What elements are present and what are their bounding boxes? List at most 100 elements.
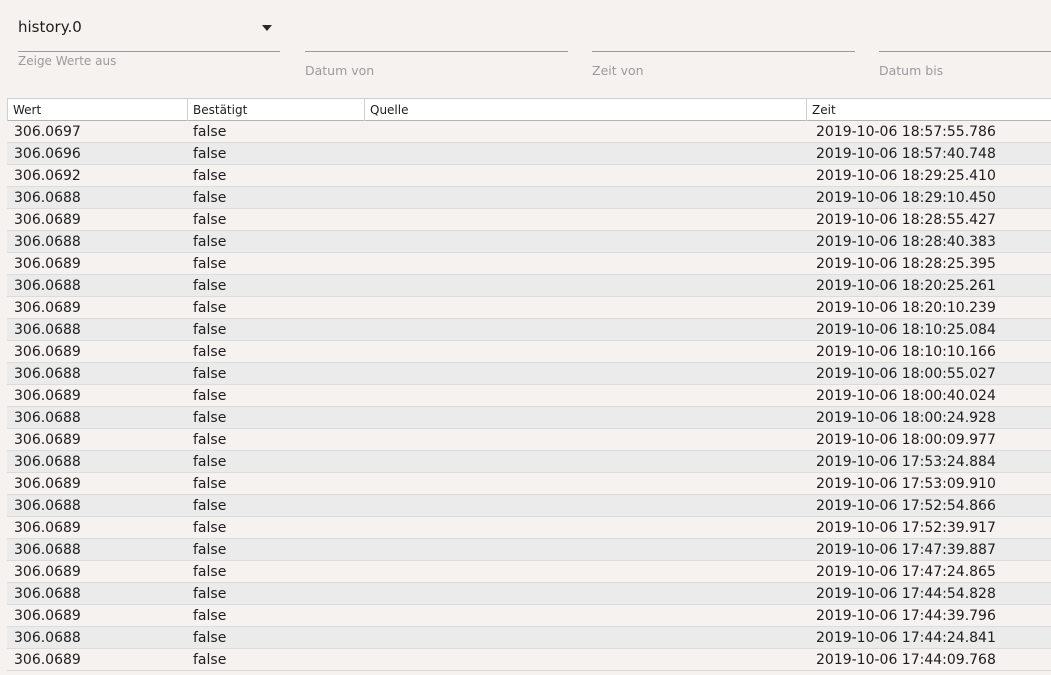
table-row[interactable]: 306.0689 false 2019-10-06 17:44:09.768 [7, 649, 1051, 671]
cell-bestaetigt: false [193, 168, 227, 184]
cell-zeit: 2019-10-06 17:53:09.910 [816, 476, 996, 492]
cell-wert: 306.0689 [14, 564, 81, 580]
cell-wert: 306.0688 [14, 454, 81, 470]
cell-bestaetigt: false [193, 454, 227, 470]
cell-bestaetigt: false [193, 630, 227, 646]
date-to-underline [879, 51, 1051, 52]
table-row[interactable]: 306.0689 false 2019-10-06 17:53:09.910 [7, 473, 1051, 495]
cell-bestaetigt: false [193, 476, 227, 492]
filter-bar: history.0 Zeige Werte aus Datum von Zeit… [0, 0, 1051, 98]
table-row[interactable]: 306.0692 false 2019-10-06 18:29:25.410 [7, 165, 1051, 187]
cell-wert: 306.0689 [14, 212, 81, 228]
cell-wert: 306.0688 [14, 542, 81, 558]
cell-bestaetigt: false [193, 124, 227, 140]
cell-bestaetigt: false [193, 344, 227, 360]
date-to-label: Datum bis [879, 63, 944, 78]
cell-bestaetigt: false [193, 388, 227, 404]
table-row[interactable]: 306.0688 false 2019-10-06 18:00:24.928 [7, 407, 1051, 429]
cell-zeit: 2019-10-06 18:29:25.410 [816, 168, 996, 184]
cell-wert: 306.0689 [14, 300, 81, 316]
date-from-underline [305, 51, 568, 52]
table-row[interactable]: 306.0688 false 2019-10-06 18:29:10.450 [7, 187, 1051, 209]
cell-bestaetigt: false [193, 212, 227, 228]
table-row[interactable]: 306.0688 false 2019-10-06 18:00:55.027 [7, 363, 1051, 385]
table-row[interactable]: 306.0689 false 2019-10-06 18:20:10.239 [7, 297, 1051, 319]
cell-wert: 306.0696 [14, 146, 81, 162]
cell-zeit: 2019-10-06 18:20:25.261 [816, 278, 996, 294]
cell-zeit: 2019-10-06 18:20:10.239 [816, 300, 996, 316]
table-row[interactable]: 306.0689 false 2019-10-06 18:00:09.977 [7, 429, 1051, 451]
cell-zeit: 2019-10-06 18:10:10.166 [816, 344, 996, 360]
cell-bestaetigt: false [193, 300, 227, 316]
cell-bestaetigt: false [193, 542, 227, 558]
table-row[interactable]: 306.0688 false 2019-10-06 17:47:39.887 [7, 539, 1051, 561]
cell-zeit: 2019-10-06 17:44:54.828 [816, 586, 996, 602]
cell-wert: 306.0688 [14, 234, 81, 250]
table-row[interactable]: 306.0689 false 2019-10-06 18:10:10.166 [7, 341, 1051, 363]
cell-zeit: 2019-10-06 17:52:39.917 [816, 520, 996, 536]
cell-wert: 306.0689 [14, 476, 81, 492]
table-row[interactable]: 306.0688 false 2019-10-06 17:52:54.866 [7, 495, 1051, 517]
cell-wert: 306.0688 [14, 630, 81, 646]
table-row[interactable]: 306.0689 false 2019-10-06 17:47:24.865 [7, 561, 1051, 583]
cell-zeit: 2019-10-06 18:00:55.027 [816, 366, 996, 382]
history-instance-select[interactable]: history.0 Zeige Werte aus [18, 0, 280, 98]
cell-bestaetigt: false [193, 146, 227, 162]
cell-bestaetigt: false [193, 520, 227, 536]
cell-bestaetigt: false [193, 366, 227, 382]
table-row[interactable]: 306.0688 false 2019-10-06 18:28:40.383 [7, 231, 1051, 253]
cell-zeit: 2019-10-06 18:10:25.084 [816, 322, 996, 338]
table-row[interactable]: 306.0689 false 2019-10-06 18:00:40.024 [7, 385, 1051, 407]
cell-wert: 306.0688 [14, 190, 81, 206]
time-from-field[interactable]: Zeit von [592, 0, 855, 98]
table-row[interactable]: 306.0697 false 2019-10-06 18:57:55.786 [7, 121, 1051, 143]
column-header-zeit[interactable]: Zeit [806, 99, 1051, 121]
cell-zeit: 2019-10-06 18:57:55.786 [816, 124, 996, 140]
cell-zeit: 2019-10-06 17:47:24.865 [816, 564, 996, 580]
cell-zeit: 2019-10-06 17:44:39.796 [816, 608, 996, 624]
cell-wert: 306.0697 [14, 124, 81, 140]
cell-bestaetigt: false [193, 608, 227, 624]
chevron-down-icon[interactable] [262, 25, 272, 31]
column-header-wert[interactable]: Wert [7, 99, 187, 121]
table-row[interactable]: 306.0688 false 2019-10-06 17:53:24.884 [7, 451, 1051, 473]
cell-wert: 306.0689 [14, 652, 81, 668]
cell-bestaetigt: false [193, 322, 227, 338]
cell-zeit: 2019-10-06 18:00:09.977 [816, 432, 996, 448]
cell-wert: 306.0689 [14, 344, 81, 360]
cell-bestaetigt: false [193, 586, 227, 602]
cell-zeit: 2019-10-06 18:00:24.928 [816, 410, 996, 426]
cell-wert: 306.0688 [14, 322, 81, 338]
cell-bestaetigt: false [193, 564, 227, 580]
table-row[interactable]: 306.0689 false 2019-10-06 18:28:55.427 [7, 209, 1051, 231]
cell-bestaetigt: false [193, 278, 227, 294]
table-row[interactable]: 306.0696 false 2019-10-06 18:57:40.748 [7, 143, 1051, 165]
cell-zeit: 2019-10-06 17:52:54.866 [816, 498, 996, 514]
cell-wert: 306.0688 [14, 498, 81, 514]
column-header-quelle[interactable]: Quelle [364, 99, 806, 121]
cell-wert: 306.0688 [14, 366, 81, 382]
table-row[interactable]: 306.0689 false 2019-10-06 17:52:39.917 [7, 517, 1051, 539]
cell-bestaetigt: false [193, 234, 227, 250]
table-row[interactable]: 306.0689 false 2019-10-06 18:28:25.395 [7, 253, 1051, 275]
cell-bestaetigt: false [193, 498, 227, 514]
date-from-field[interactable]: Datum von [305, 0, 568, 98]
date-to-field[interactable]: Datum bis [879, 0, 1051, 98]
table-row[interactable]: 306.0688 false 2019-10-06 17:44:24.841 [7, 627, 1051, 649]
cell-wert: 306.0692 [14, 168, 81, 184]
cell-zeit: 2019-10-06 18:00:40.024 [816, 388, 996, 404]
cell-bestaetigt: false [193, 256, 227, 272]
cell-wert: 306.0689 [14, 388, 81, 404]
cell-wert: 306.0688 [14, 278, 81, 294]
table-row[interactable]: 306.0688 false 2019-10-06 18:10:25.084 [7, 319, 1051, 341]
cell-wert: 306.0688 [14, 410, 81, 426]
table-row[interactable]: 306.0688 false 2019-10-06 17:44:54.828 [7, 583, 1051, 605]
time-from-label: Zeit von [592, 63, 644, 78]
history-instance-value: history.0 [18, 18, 82, 36]
cell-zeit: 2019-10-06 18:57:40.748 [816, 146, 996, 162]
column-header-bestaetigt[interactable]: Bestätigt [187, 99, 364, 121]
table-row[interactable]: 306.0689 false 2019-10-06 17:44:39.796 [7, 605, 1051, 627]
table-row[interactable]: 306.0688 false 2019-10-06 18:20:25.261 [7, 275, 1051, 297]
select-underline [18, 51, 280, 52]
cell-bestaetigt: false [193, 190, 227, 206]
